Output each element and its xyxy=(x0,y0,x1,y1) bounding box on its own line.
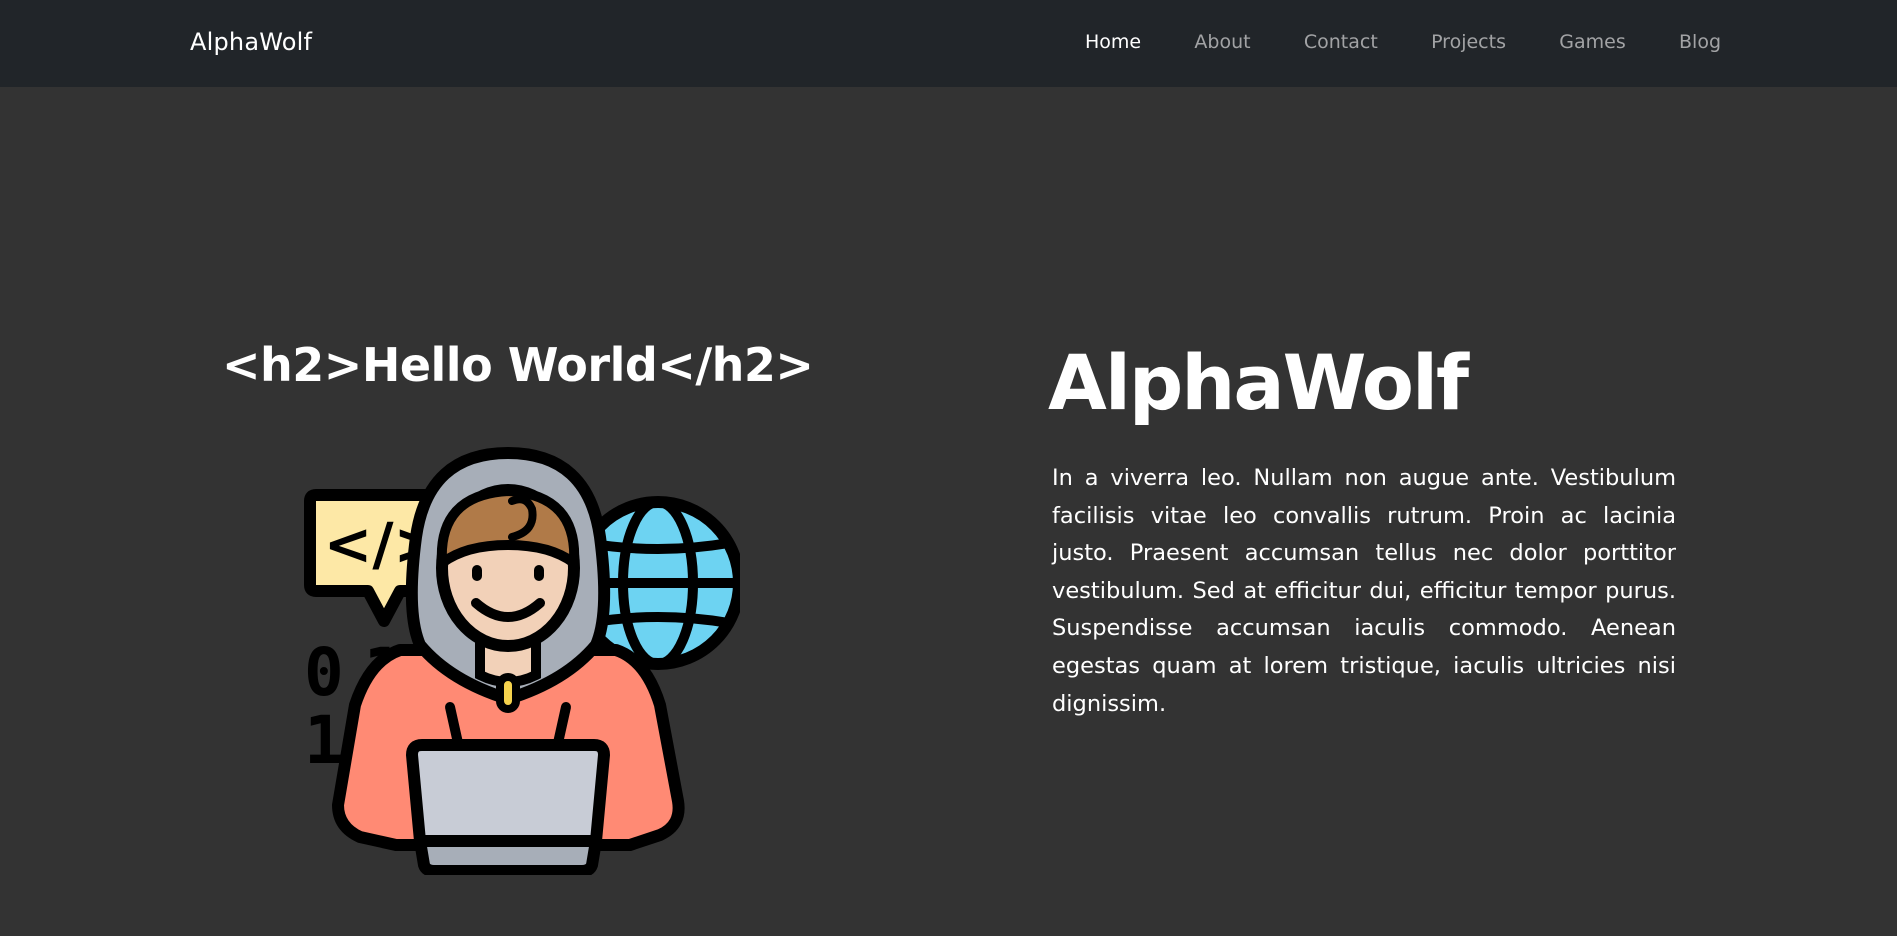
nav-link-blog[interactable]: Blog xyxy=(1679,26,1721,58)
nav-link-projects[interactable]: Projects xyxy=(1431,26,1506,58)
hero-title: AlphaWolf xyxy=(1048,338,1469,427)
nav-links: Home About Contact Projects Games Blog xyxy=(1085,26,1721,58)
hacker-illustration: 0 1 0 1 0 </> xyxy=(304,447,740,875)
laptop-icon xyxy=(406,739,610,875)
typed-heading: <h2>Hello World</h2> xyxy=(222,330,814,400)
hero-paragraph: In a viverra leo. Nullam non augue ante.… xyxy=(1052,465,1676,717)
nav-link-about[interactable]: About xyxy=(1194,26,1250,58)
navbar-brand[interactable]: AlphaWolf xyxy=(190,26,312,58)
nav-link-contact[interactable]: Contact xyxy=(1304,26,1378,58)
nav-link-home[interactable]: Home xyxy=(1085,26,1141,58)
nav-link-games[interactable]: Games xyxy=(1559,26,1625,58)
top-navbar: AlphaWolf Home About Contact Projects Ga… xyxy=(0,0,1897,87)
typed-heading-text: <h2>Hello World</h2> xyxy=(222,338,814,392)
